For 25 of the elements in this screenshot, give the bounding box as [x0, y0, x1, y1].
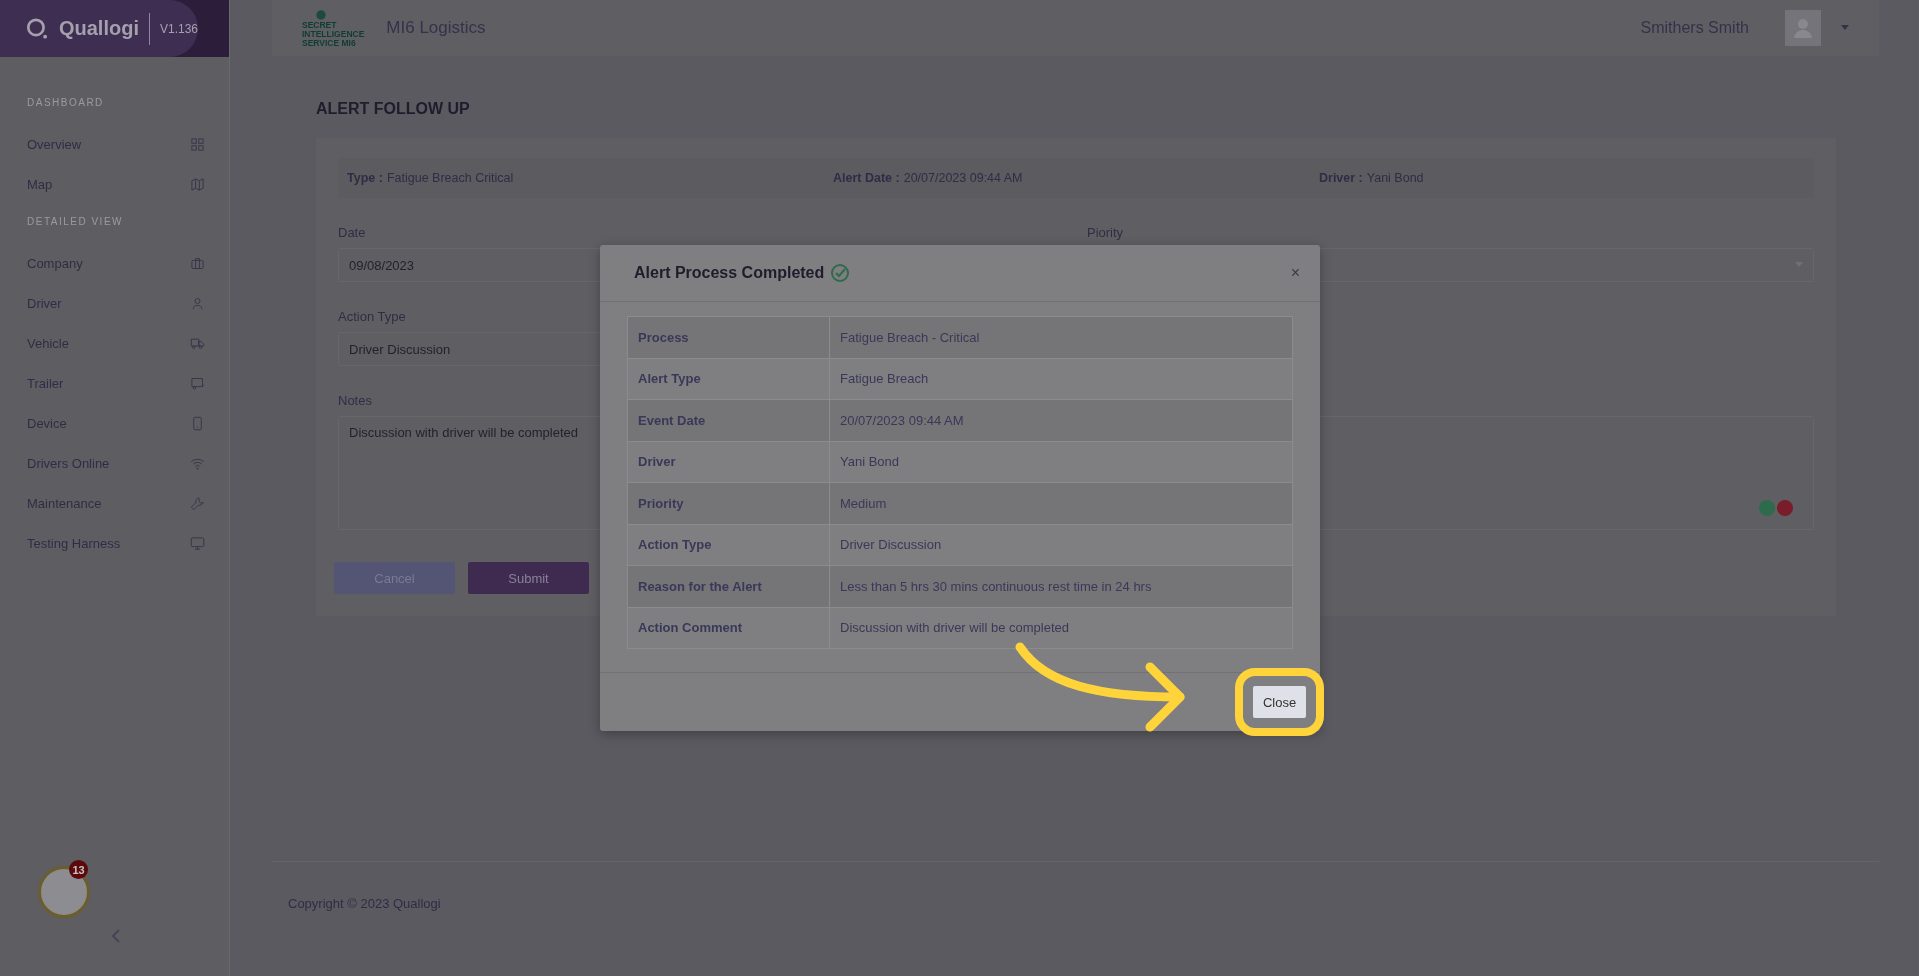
page-title: ALERT FOLLOW UP — [316, 100, 471, 118]
table-cell: Yani Bond — [829, 441, 1293, 483]
sidebar-heading: DASHBOARD — [27, 97, 105, 108]
table-cell: Priority — [627, 482, 830, 524]
table-cell: Action Comment — [627, 607, 830, 649]
table-cell: Action Type — [627, 524, 830, 566]
logo-text: SERVICE MI6 — [302, 38, 356, 48]
brand-name: Quallogi — [58, 17, 139, 40]
table-cell: 20/07/2023 09:44 AM — [829, 399, 1293, 441]
table-cell: Discussion with driver will be completed — [829, 607, 1293, 649]
table-cell: Driver — [627, 441, 830, 483]
notification-badge: 13 — [69, 860, 88, 879]
table-cell: Event Date — [627, 399, 830, 441]
table-cell: Alert Type — [627, 358, 830, 400]
logo-text: INTELLIGENCE — [302, 29, 365, 39]
dialog-title: Alert Process Completed — [634, 264, 825, 282]
table-cell: Driver Discussion — [829, 524, 1293, 566]
table-cell: Medium — [829, 482, 1293, 524]
table-cell: Process — [627, 316, 830, 358]
table-cell: Fatigue Breach — [829, 358, 1293, 400]
table-cell: Fatigue Breach - Critical — [829, 316, 1293, 358]
version-label: V1.136 — [148, 12, 198, 45]
sidebar-heading: DETAILED VIEW — [27, 216, 124, 227]
logo-text: SECRET — [302, 20, 337, 30]
table-cell: Reason for the Alert — [627, 565, 830, 607]
